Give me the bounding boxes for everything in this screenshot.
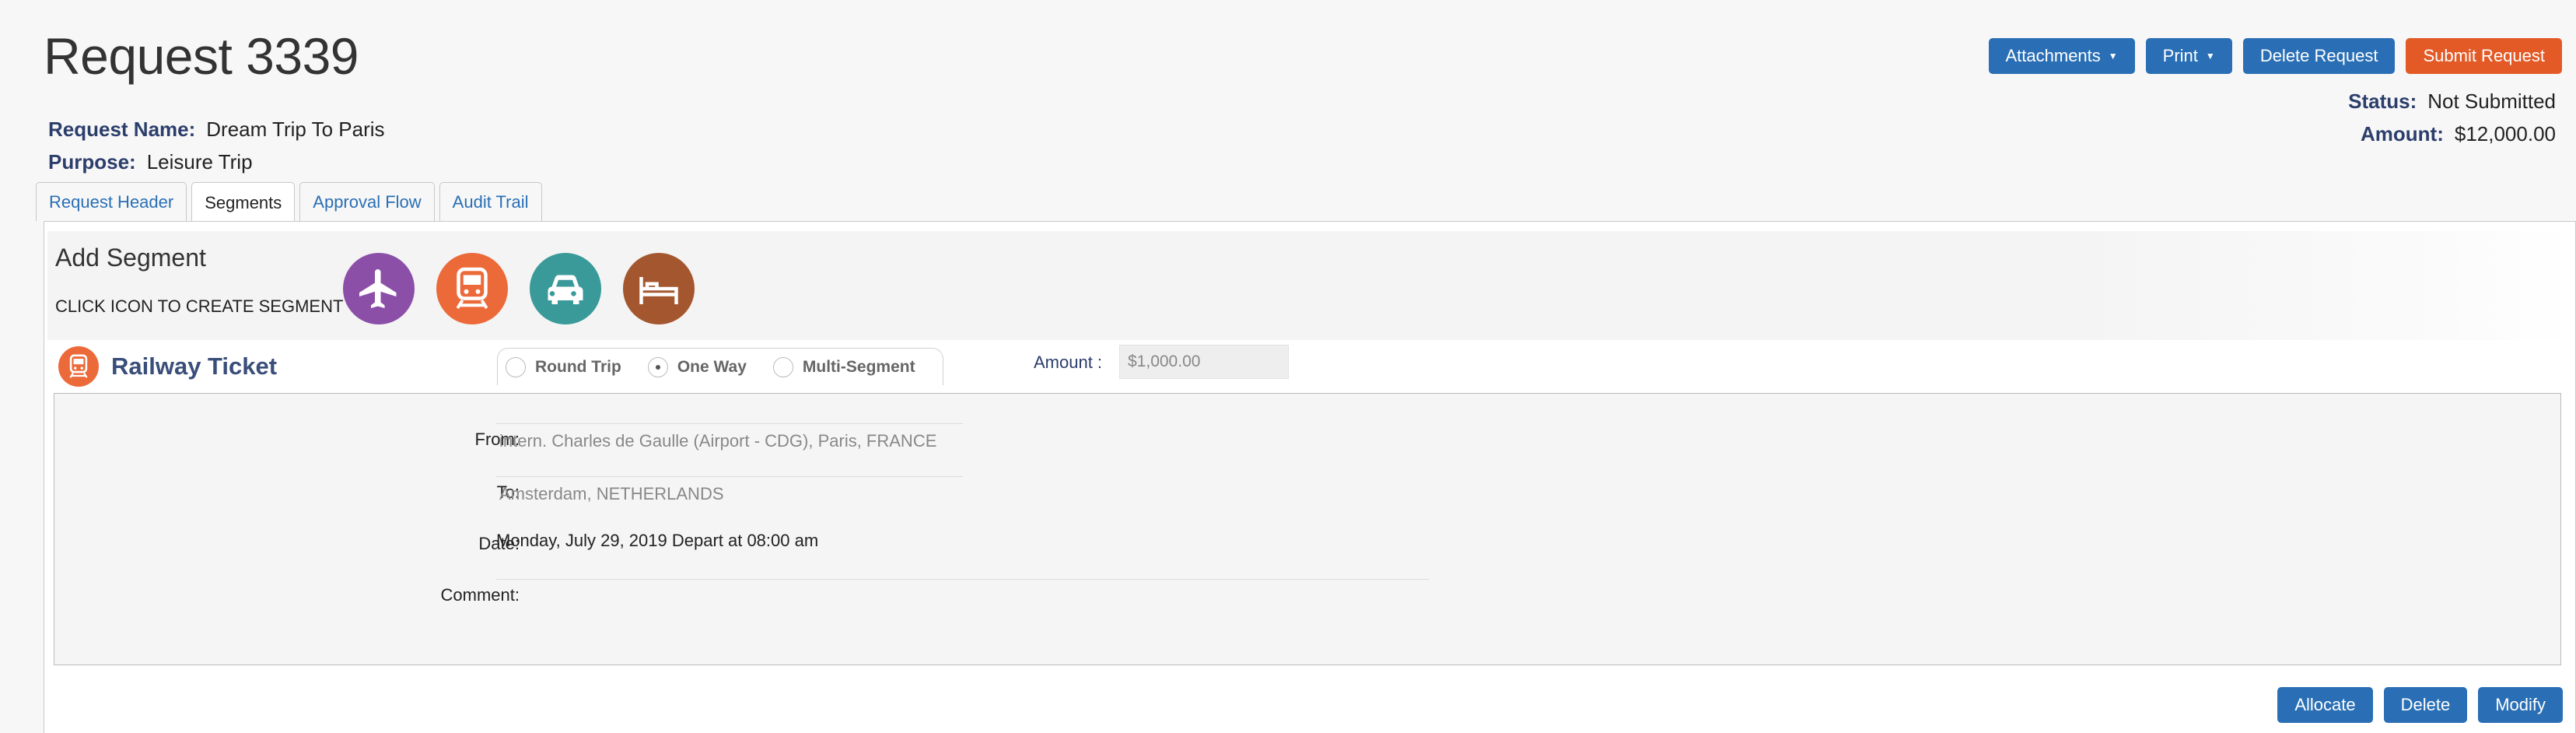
comment-label: Comment: [440, 585, 520, 605]
from-field: intern. Charles de Gaulle (Airport - CDG… [499, 431, 937, 451]
request-name-label: Request Name: [48, 117, 196, 141]
toolbar: Attachments ▼ Print ▼ Delete Request Sub… [1988, 38, 2562, 74]
multi-segment-option[interactable]: Multi-Segment [772, 356, 915, 377]
segments-panel: Add Segment CLICK ICON TO CREATE SEGMENT… [44, 221, 2576, 733]
add-segment-title: Add Segment [55, 244, 206, 272]
car-icon[interactable] [530, 253, 601, 324]
purpose-value: Leisure Trip [146, 150, 253, 174]
delete-button[interactable]: Delete [2383, 687, 2468, 723]
amount-label: Amount: [2361, 122, 2444, 146]
allocate-button[interactable]: Allocate [2277, 687, 2373, 723]
train-icon [58, 346, 99, 387]
radio-one-way[interactable] [647, 356, 668, 377]
print-button[interactable]: Print ▼ [2145, 38, 2232, 74]
round-trip-option[interactable]: Round Trip [506, 356, 621, 377]
tab-audit-trail[interactable]: Audit Trail [439, 182, 542, 221]
status-value: Not Submitted [2427, 89, 2556, 113]
segment-details: From: intern. Charles de Gaulle (Airport… [54, 393, 2561, 665]
tab-request-header[interactable]: Request Header [36, 182, 187, 221]
request-name-row: Request Name: Dream Trip To Paris [48, 117, 385, 142]
amount-row: Amount: $12,000.00 [2348, 117, 2556, 150]
radio-multi-segment[interactable] [772, 356, 793, 377]
purpose-label: Purpose: [48, 150, 136, 174]
radio-round-trip[interactable] [506, 356, 526, 377]
to-field: Amsterdam, NETHERLANDS [499, 484, 724, 503]
add-segment-bar: Add Segment CLICK ICON TO CREATE SEGMENT [47, 231, 2572, 340]
hotel-bed-icon[interactable] [623, 253, 695, 324]
from-field-top-border [496, 423, 963, 424]
multi-segment-label: Multi-Segment [802, 357, 915, 376]
request-name-value: Dream Trip To Paris [206, 117, 385, 141]
tab-bar: Request Header Segments Approval Flow Au… [36, 182, 542, 223]
attachments-label: Attachments [2005, 46, 2101, 65]
status-row: Status: Not Submitted [2348, 85, 2556, 117]
tab-segments[interactable]: Segments [191, 182, 296, 223]
one-way-label: One Way [677, 357, 747, 376]
one-way-option[interactable]: One Way [647, 356, 747, 377]
status-block: Status: Not Submitted Amount: $12,000.00 [2348, 85, 2556, 150]
submit-request-button[interactable]: Submit Request [2406, 38, 2562, 74]
segment-actions: Allocate Delete Modify [2277, 687, 2563, 723]
delete-request-button[interactable]: Delete Request [2242, 38, 2396, 74]
amount-value: $12,000.00 [2454, 122, 2556, 146]
railway-ticket-header: Railway Ticket Round Trip One Way Multi-… [52, 342, 2569, 387]
train-icon[interactable] [436, 253, 508, 324]
comment-field-border [496, 579, 1430, 580]
from-field-underline [496, 476, 963, 477]
trip-type-options: Round Trip One Way Multi-Segment [497, 348, 943, 385]
segment-title: Railway Ticket [111, 352, 278, 380]
page-title: Request 3339 [44, 27, 359, 85]
add-segment-hint: CLICK ICON TO CREATE SEGMENT [55, 296, 344, 316]
status-label: Status: [2348, 89, 2417, 113]
tab-approval-flow[interactable]: Approval Flow [299, 182, 435, 221]
date-value: Monday, July 29, 2019 Depart at 08:00 am [496, 531, 819, 550]
airplane-icon[interactable] [343, 253, 415, 324]
attachments-button[interactable]: Attachments ▼ [1988, 38, 2135, 74]
print-label: Print [2162, 46, 2198, 65]
modify-button[interactable]: Modify [2478, 687, 2563, 723]
caret-down-icon: ▼ [2205, 51, 2215, 61]
purpose-row: Purpose: Leisure Trip [48, 150, 253, 174]
segment-amount-field: $1,000.00 [1119, 345, 1289, 379]
round-trip-label: Round Trip [535, 357, 621, 376]
caret-down-icon: ▼ [2108, 51, 2118, 61]
segment-amount-label: Amount : [1034, 352, 1103, 372]
